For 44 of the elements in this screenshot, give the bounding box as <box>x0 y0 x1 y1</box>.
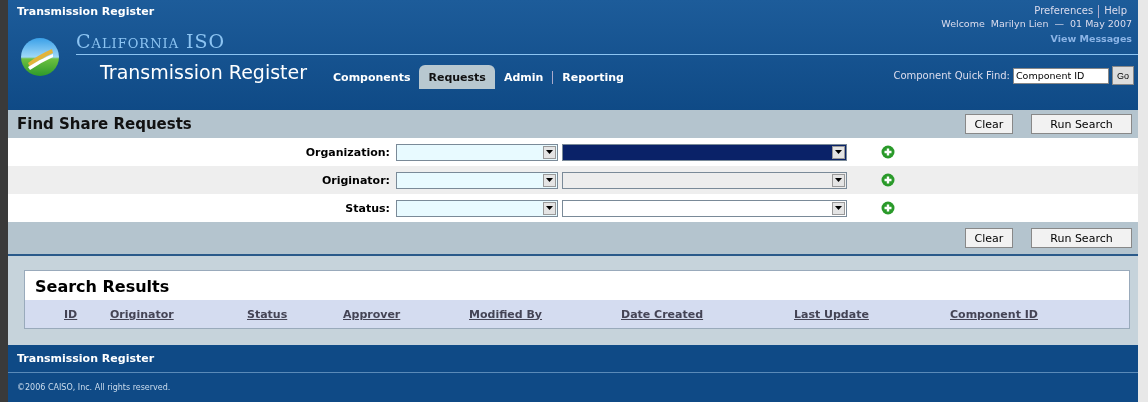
quick-find-label: Component Quick Find: <box>893 70 1010 81</box>
welcome-text: Welcome Marilyn Lien — 01 May 2007 <box>941 18 1132 29</box>
dropdown-field[interactable] <box>562 171 847 189</box>
column-header[interactable]: Date Created <box>621 307 794 321</box>
dropdown-field[interactable] <box>396 199 558 217</box>
nav-tab[interactable]: Admin <box>494 65 553 89</box>
dropdown-field[interactable] <box>562 199 847 217</box>
dropdown-field[interactable] <box>396 171 558 189</box>
nav-tab[interactable]: Reporting <box>552 71 633 84</box>
filter-label: Status: <box>344 201 390 215</box>
dropdown-field[interactable] <box>562 143 847 161</box>
logo-icon <box>20 37 60 77</box>
footer-title: Transmission Register <box>17 352 155 365</box>
column-header[interactable]: Originator <box>110 307 247 321</box>
add-icon[interactable] <box>881 201 895 215</box>
column-header[interactable]: Approver <box>343 307 469 321</box>
app-subtitle: Transmission Register <box>100 61 308 85</box>
view-messages-link[interactable]: View Messages <box>1050 33 1132 44</box>
logo-text: California ISO <box>76 30 226 52</box>
column-header[interactable]: Modified By <box>469 307 621 321</box>
column-header[interactable]: Component ID <box>950 307 1038 321</box>
filter-label: Organization: <box>304 145 390 159</box>
panel-button[interactable]: Run Search <box>1031 114 1132 134</box>
copyright-text: ©2006 CAISO, Inc. All rights reserved. <box>17 383 171 392</box>
header-link[interactable]: Preferences <box>1029 5 1099 18</box>
scrollbar[interactable] <box>1138 0 1148 402</box>
add-icon[interactable] <box>881 173 895 187</box>
panel-button[interactable]: Clear <box>965 114 1013 134</box>
app-title: Transmission Register <box>17 5 155 18</box>
go-button[interactable]: Go <box>1112 66 1134 85</box>
header-link[interactable]: Help <box>1098 5 1132 18</box>
quick-find-field[interactable]: Component ID <box>1013 67 1109 84</box>
dropdown-field[interactable] <box>396 143 558 161</box>
column-header[interactable]: Last Update <box>794 307 950 321</box>
panel-title: Find Share Requests <box>17 115 192 133</box>
panel-button[interactable]: Clear <box>965 228 1013 248</box>
nav-tab[interactable]: Components <box>324 65 420 89</box>
filter-label: Originator: <box>320 173 390 187</box>
column-header[interactable]: Status <box>247 307 343 321</box>
add-icon[interactable] <box>881 145 895 159</box>
panel-button[interactable]: Run Search <box>1031 228 1132 248</box>
column-header[interactable]: ID <box>64 307 110 321</box>
nav-tab[interactable]: Requests <box>419 65 495 89</box>
results-title: Search Results <box>25 271 1129 300</box>
